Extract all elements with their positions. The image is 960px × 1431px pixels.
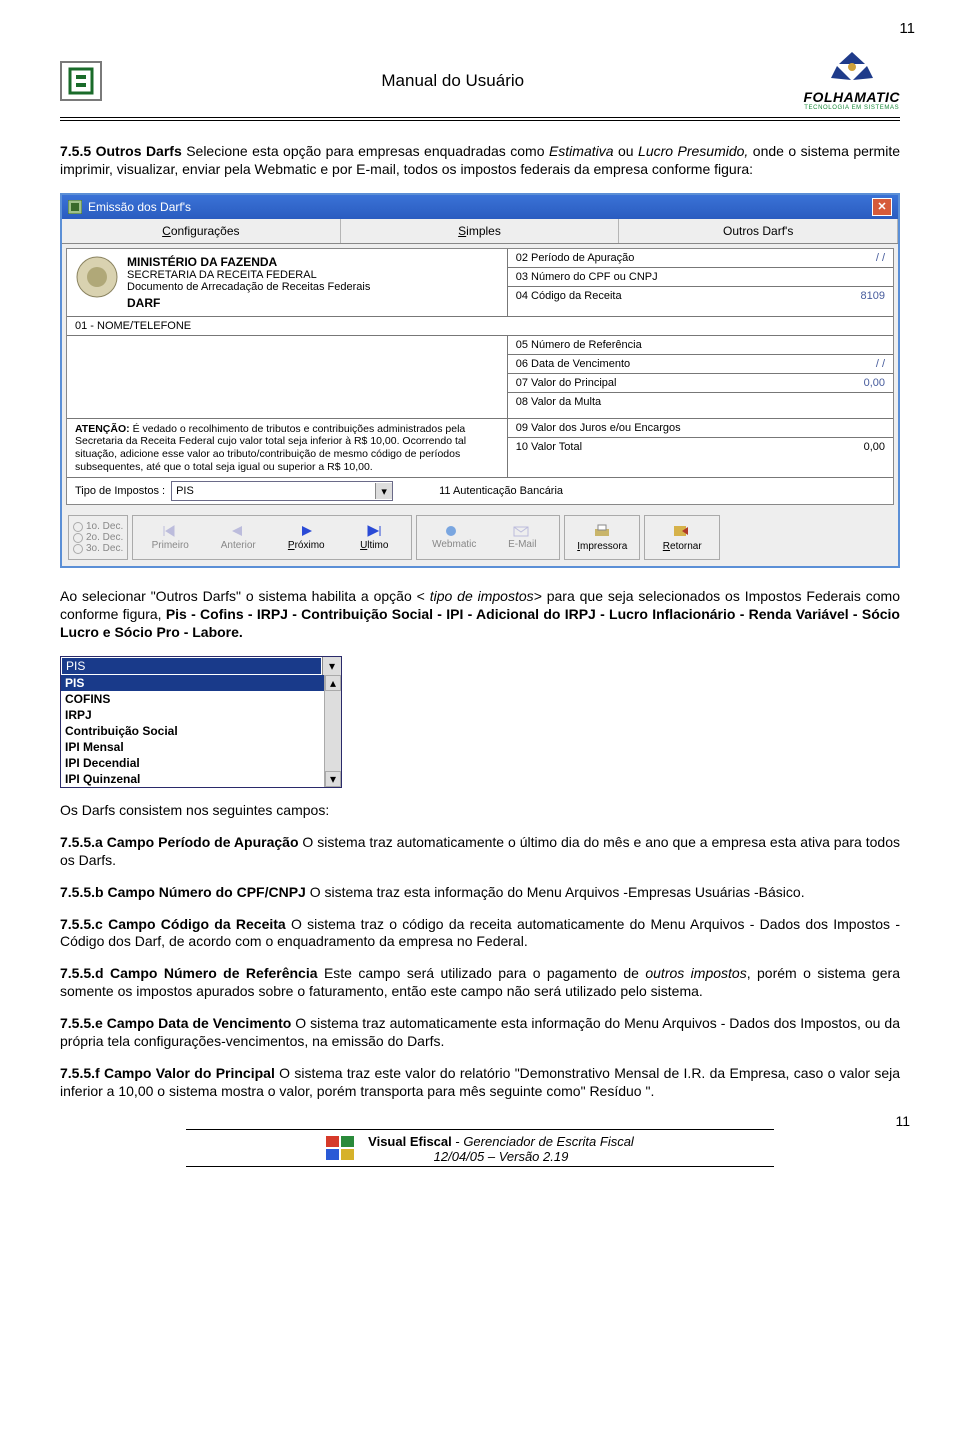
- decendio-radios[interactable]: 1o. Dec. 2o. Dec. 3o. Dec.: [73, 521, 123, 554]
- field-08-label: 08 Valor da Multa: [516, 396, 601, 408]
- field-04-value[interactable]: 8109: [861, 290, 885, 302]
- field-07-value[interactable]: 0,00: [864, 377, 885, 389]
- printer-icon: [592, 523, 612, 539]
- mail-icon: [513, 525, 531, 537]
- scrollbar[interactable]: ▴ ▾: [324, 675, 341, 787]
- dropdown-option[interactable]: IRPJ: [61, 707, 324, 723]
- dropdown-option[interactable]: IPI Mensal: [61, 739, 324, 755]
- anterior-button[interactable]: Anterior: [205, 521, 271, 554]
- brand-logo-right: FOLHAMATIC TECNOLOGIA EM SISTEMAS: [804, 50, 901, 111]
- field-11-label: 11 Autenticação Bancária: [399, 485, 885, 497]
- dropdown-option[interactable]: IPI Decendial: [61, 755, 324, 771]
- ultimo-button[interactable]: Ultimo: [341, 521, 407, 554]
- tipo-impostos-label: Tipo de Impostos :: [75, 485, 165, 497]
- page-number-bottom: 11: [895, 1113, 910, 1129]
- dropdown-option[interactable]: IPI Quinzenal: [61, 771, 324, 787]
- ministerio-line1: MINISTÉRIO DA FAZENDA: [127, 255, 370, 269]
- campo-d: 7.5.5.d Campo Número de Referência Este …: [60, 965, 900, 1001]
- campo-f: 7.5.5.f Campo Valor do Principal O siste…: [60, 1065, 900, 1101]
- ministerio-line4: DARF: [127, 296, 370, 310]
- campo-e: 7.5.5.e Campo Data de Vencimento O siste…: [60, 1015, 900, 1051]
- campos-intro: Os Darfs consistem nos seguintes campos:: [60, 802, 900, 820]
- atencao-text: É vedado o recolhimento de tributos e co…: [75, 423, 466, 473]
- brasao-icon: [75, 255, 119, 299]
- darf-window: Emissão dos Darf's ✕ CConfiguraçõesonfig…: [60, 193, 900, 568]
- field-07-label: 07 Valor do Principal: [516, 377, 617, 389]
- dropdown-option[interactable]: Contribuição Social: [61, 723, 324, 739]
- field-02-value[interactable]: / /: [876, 252, 885, 264]
- windows-logo-icon: [326, 1136, 356, 1162]
- window-title: Emissão dos Darf's: [88, 200, 191, 214]
- globe-icon: [445, 525, 463, 537]
- tipo-impostos-dropdown-expanded[interactable]: PIS ▾ PIS COFINS IRPJ Contribuição Socia…: [60, 656, 342, 788]
- field-06-label: 06 Data de Vencimento: [516, 358, 630, 370]
- impressora-button[interactable]: Impressora: [569, 520, 635, 555]
- field-01-label: 01 - NOME/TELEFONE: [67, 316, 893, 335]
- brand-wordmark: FOLHAMATIC: [804, 89, 901, 105]
- tab-bar: CConfiguraçõesonfigurações Simples Outro…: [62, 219, 898, 244]
- tab-simples[interactable]: Simples: [341, 219, 620, 243]
- field-09-label: 09 Valor dos Juros e/ou Encargos: [516, 422, 681, 434]
- section-number: 7.5.5 Outros Darfs: [60, 143, 182, 159]
- proximo-button[interactable]: Próximo: [273, 521, 339, 554]
- ministerio-line3: Documento de Arrecadação de Receitas Fed…: [127, 281, 370, 293]
- dropdown-option[interactable]: PIS: [61, 675, 324, 691]
- dropdown-option[interactable]: COFINS: [61, 691, 324, 707]
- primeiro-button[interactable]: Primeiro: [137, 521, 203, 554]
- return-icon: [672, 523, 692, 539]
- footer-version: 12/04/05 – Versão 2.19: [368, 1149, 634, 1164]
- field-06-value[interactable]: / /: [876, 358, 885, 370]
- scroll-up-icon[interactable]: ▴: [325, 675, 341, 691]
- atencao-label: ATENÇÃO:: [75, 423, 130, 435]
- after-darf-paragraph: Ao selecionar "Outros Darfs" o sistema h…: [60, 588, 900, 642]
- dropdown-selected: PIS: [62, 658, 321, 674]
- tab-configuracoes[interactable]: CConfiguraçõesonfigurações: [62, 219, 341, 243]
- footer: Visual Efiscal - Gerenciador de Escrita …: [60, 1129, 900, 1167]
- field-04-label: 04 Código da Receita: [516, 290, 622, 302]
- field-05-label: 05 Número de Referência: [516, 339, 642, 351]
- footer-subtitle: Gerenciador de Escrita Fiscal: [463, 1134, 634, 1149]
- chevron-down-icon[interactable]: ▾: [375, 483, 392, 499]
- page-number-top: 11: [899, 20, 915, 37]
- field-10-value[interactable]: 0,00: [864, 441, 885, 453]
- chevron-down-icon[interactable]: ▾: [322, 657, 341, 675]
- close-button[interactable]: ✕: [872, 198, 892, 216]
- tipo-impostos-value: PIS: [172, 485, 375, 497]
- tipo-impostos-combo[interactable]: PIS ▾: [171, 481, 393, 501]
- webmatic-button[interactable]: Webmatic: [421, 522, 487, 553]
- campo-c: 7.5.5.c Campo Código da Receita O sistem…: [60, 916, 900, 952]
- email-button[interactable]: E-Mail: [489, 522, 555, 553]
- campo-b: 7.5.5.b Campo Número do CPF/CNPJ O siste…: [60, 884, 900, 902]
- retornar-button[interactable]: Retornar: [649, 520, 715, 555]
- field-02-label: 02 Período de Apuração: [516, 252, 635, 264]
- section-intro: 7.5.5 Outros Darfs Selecione esta opção …: [60, 143, 900, 179]
- toolbar: 1o. Dec. 2o. Dec. 3o. Dec. Primeiro Ante…: [62, 509, 898, 566]
- scroll-down-icon[interactable]: ▾: [325, 771, 341, 787]
- campo-a: 7.5.5.a Campo Período de Apuração O sist…: [60, 834, 900, 870]
- field-03-label: 03 Número do CPF ou CNPJ: [516, 271, 658, 283]
- header-title: Manual do Usuário: [102, 71, 804, 91]
- brand-tagline: TECNOLOGIA EM SISTEMAS: [804, 105, 901, 111]
- ministerio-line2: SECRETARIA DA RECEITA FEDERAL: [127, 269, 370, 281]
- footer-product: Visual Efiscal: [368, 1134, 452, 1149]
- app-logo-left: [60, 61, 102, 101]
- window-titlebar: Emissão dos Darf's ✕: [62, 195, 898, 219]
- window-icon: [68, 200, 82, 214]
- field-10-label: 10 Valor Total: [516, 441, 582, 453]
- tab-outros-darfs[interactable]: Outros Darf's: [619, 219, 898, 243]
